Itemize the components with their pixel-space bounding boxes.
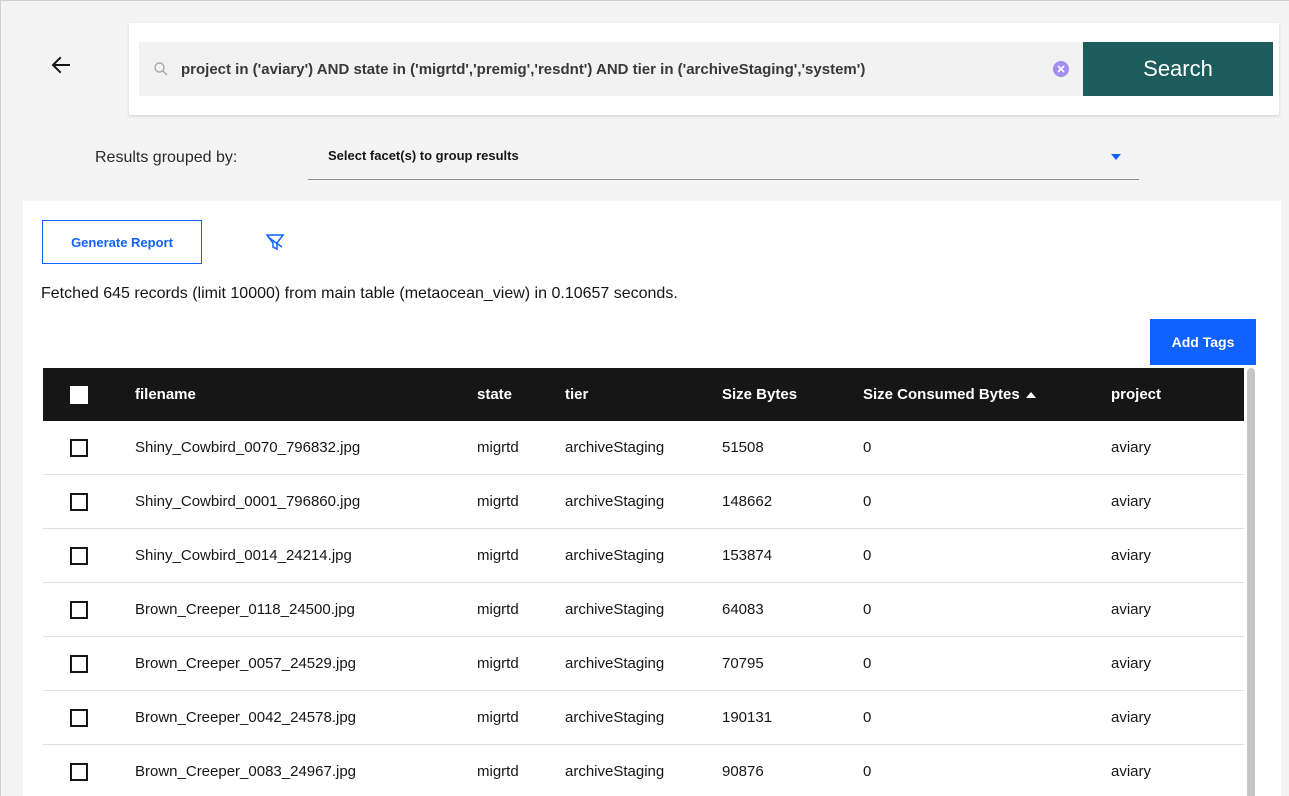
row-select[interactable]: [70, 691, 88, 744]
results-table: filename state tier Size Bytes Size Cons…: [43, 368, 1244, 796]
cell-size-consumed: 0: [863, 601, 872, 618]
row-select[interactable]: [70, 475, 88, 528]
search-input[interactable]: [181, 42, 1041, 96]
cell-size-bytes: 148662: [722, 493, 773, 510]
cell-state: migrtd: [477, 709, 519, 726]
row-checkbox[interactable]: [70, 601, 88, 620]
app-frame: Search Results grouped by: Select facet(…: [0, 0, 1289, 796]
row-select[interactable]: [70, 583, 88, 636]
row-select[interactable]: [70, 637, 88, 690]
filter-icon[interactable]: [264, 231, 286, 253]
cell-size-bytes: 64083: [722, 601, 764, 618]
generate-report-button[interactable]: Generate Report: [42, 220, 202, 264]
row-select[interactable]: [70, 421, 88, 474]
cell-size-bytes: 70795: [722, 655, 764, 672]
cell-filename: Brown_Creeper_0042_24578.jpg: [135, 709, 357, 726]
cell-state: migrtd: [477, 763, 519, 780]
row-checkbox[interactable]: [70, 439, 88, 458]
row-select[interactable]: [70, 529, 88, 582]
table-scrollbar[interactable]: [1247, 368, 1255, 796]
table-row[interactable]: Brown_Creeper_0057_24529.jpg migrtd arch…: [43, 637, 1244, 691]
cell-state: migrtd: [477, 547, 519, 564]
group-by-label: Results grouped by:: [95, 149, 238, 166]
table-row[interactable]: Brown_Creeper_0042_24578.jpg migrtd arch…: [43, 691, 1244, 745]
table-row[interactable]: Shiny_Cowbird_0014_24214.jpg migrtd arch…: [43, 529, 1244, 583]
cell-project: aviary: [1111, 493, 1152, 510]
row-checkbox[interactable]: [70, 493, 88, 512]
table-row[interactable]: Shiny_Cowbird_0001_796860.jpg migrtd arc…: [43, 475, 1244, 529]
column-header-size-consumed[interactable]: Size Consumed Bytes: [863, 368, 1036, 421]
add-tags-button[interactable]: Add Tags: [1150, 319, 1256, 365]
row-checkbox[interactable]: [70, 547, 88, 566]
cell-project: aviary: [1111, 547, 1152, 564]
cell-size-consumed: 0: [863, 763, 872, 780]
search-box: [139, 42, 1083, 96]
cell-tier: archiveStaging: [565, 493, 665, 510]
cell-size-consumed: 0: [863, 493, 872, 510]
cell-filename: Shiny_Cowbird_0014_24214.jpg: [135, 547, 352, 564]
cell-size-bytes: 51508: [722, 439, 764, 456]
cell-state: migrtd: [477, 493, 519, 510]
chevron-down-icon: [1111, 154, 1121, 160]
cell-project: aviary: [1111, 709, 1152, 726]
cell-filename: Brown_Creeper_0083_24967.jpg: [135, 763, 357, 780]
cell-size-bytes: 153874: [722, 547, 773, 564]
select-all-checkbox[interactable]: [70, 386, 88, 405]
cell-size-bytes: 90876: [722, 763, 764, 780]
header-select-all[interactable]: [70, 368, 88, 421]
cell-project: aviary: [1111, 439, 1152, 456]
cell-tier: archiveStaging: [565, 547, 665, 564]
column-header-state[interactable]: state: [477, 368, 512, 421]
fetch-status-text: Fetched 645 records (limit 10000) from m…: [41, 285, 678, 302]
cell-tier: archiveStaging: [565, 601, 665, 618]
row-select[interactable]: [70, 745, 88, 796]
cell-project: aviary: [1111, 601, 1152, 618]
group-by-placeholder: Select facet(s) to group results: [328, 148, 519, 163]
clear-icon[interactable]: [1052, 60, 1070, 78]
cell-project: aviary: [1111, 655, 1152, 672]
search-card: Search: [129, 23, 1279, 115]
cell-tier: archiveStaging: [565, 763, 665, 780]
cell-filename: Shiny_Cowbird_0070_796832.jpg: [135, 439, 361, 456]
cell-size-consumed: 0: [863, 439, 872, 456]
cell-tier: archiveStaging: [565, 439, 665, 456]
cell-tier: archiveStaging: [565, 709, 665, 726]
column-header-project[interactable]: project: [1111, 368, 1161, 421]
search-button[interactable]: Search: [1083, 42, 1273, 96]
results-panel: Generate Report Fetched 645 records (lim…: [23, 201, 1281, 796]
table-header: filename state tier Size Bytes Size Cons…: [43, 368, 1244, 421]
table-row[interactable]: Brown_Creeper_0118_24500.jpg migrtd arch…: [43, 583, 1244, 637]
column-header-filename[interactable]: filename: [135, 368, 196, 421]
cell-filename: Shiny_Cowbird_0001_796860.jpg: [135, 493, 361, 510]
cell-size-consumed: 0: [863, 547, 872, 564]
cell-state: migrtd: [477, 439, 519, 456]
group-by-select[interactable]: Select facet(s) to group results: [308, 137, 1139, 180]
column-header-tier[interactable]: tier: [565, 368, 588, 421]
table-row[interactable]: Shiny_Cowbird_0070_796832.jpg migrtd arc…: [43, 421, 1244, 475]
cell-size-bytes: 190131: [722, 709, 773, 726]
cell-state: migrtd: [477, 655, 519, 672]
cell-filename: Brown_Creeper_0118_24500.jpg: [135, 601, 355, 618]
search-icon: [154, 62, 168, 76]
row-checkbox[interactable]: [70, 655, 88, 674]
cell-tier: archiveStaging: [565, 655, 665, 672]
cell-filename: Brown_Creeper_0057_24529.jpg: [135, 655, 357, 672]
cell-state: migrtd: [477, 601, 519, 618]
back-arrow-icon[interactable]: [49, 53, 73, 77]
row-checkbox[interactable]: [70, 763, 88, 782]
table-row[interactable]: Brown_Creeper_0083_24967.jpg migrtd arch…: [43, 745, 1244, 796]
sort-ascending-icon: [1025, 392, 1036, 399]
column-header-size-bytes[interactable]: Size Bytes: [722, 368, 797, 421]
cell-size-consumed: 0: [863, 709, 872, 726]
row-checkbox[interactable]: [70, 709, 88, 728]
cell-size-consumed: 0: [863, 655, 872, 672]
cell-project: aviary: [1111, 763, 1152, 780]
column-header-size-consumed-label: Size Consumed Bytes: [863, 386, 1020, 403]
